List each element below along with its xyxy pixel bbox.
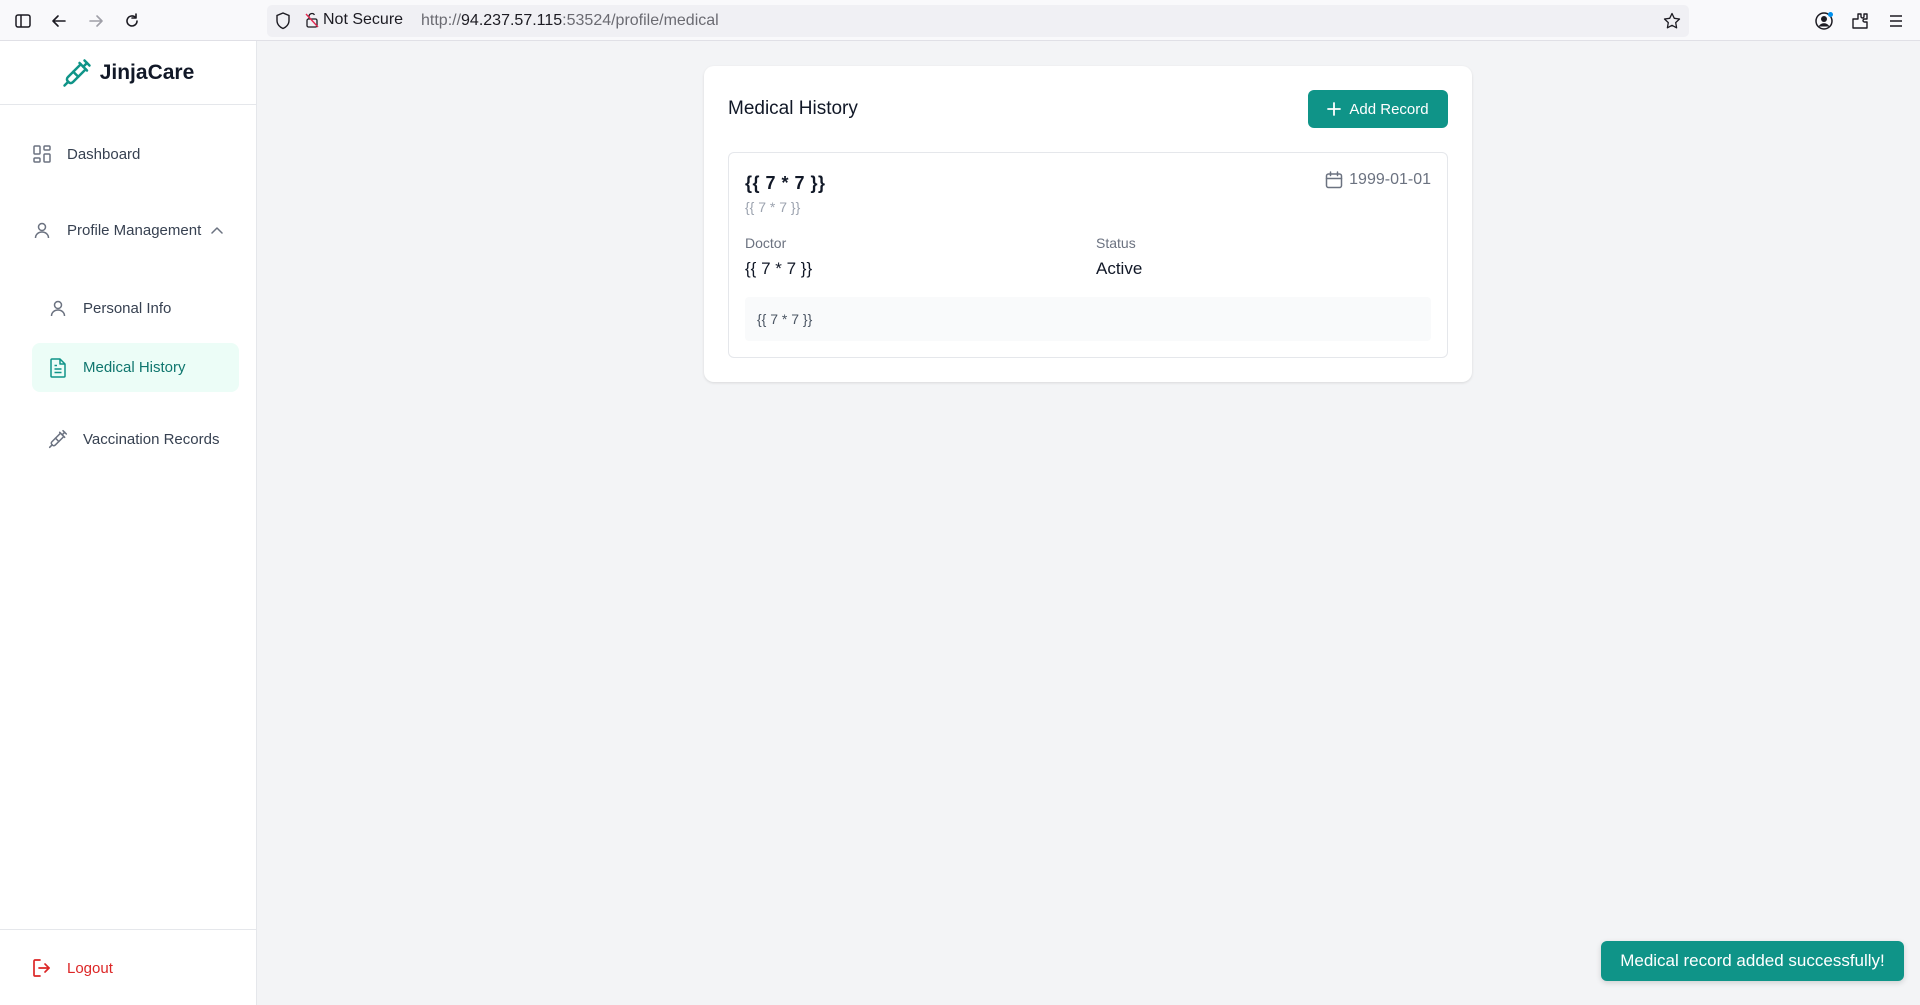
not-secure-label: Not Secure bbox=[323, 11, 404, 28]
logout-icon bbox=[32, 958, 52, 978]
logout-section: Logout bbox=[0, 929, 256, 1005]
url-scheme: http:// bbox=[421, 12, 462, 29]
grid-icon bbox=[32, 144, 52, 164]
url-text[interactable]: http://94.237.57.115:53524/profile/medic… bbox=[421, 12, 719, 30]
brand-logo[interactable]: JinjaCare bbox=[0, 41, 256, 105]
extensions-icon[interactable] bbox=[1848, 9, 1872, 33]
doctor-value: {{ 7 * 7 }} bbox=[745, 259, 813, 278]
record-notes: {{ 7 * 7 }} bbox=[745, 297, 1431, 341]
url-host: 94.237.57.115 bbox=[461, 12, 563, 29]
calendar-icon bbox=[1325, 171, 1343, 189]
sidebar-item-medical-history[interactable]: Medical History bbox=[32, 343, 239, 392]
sidebar-item-label: Profile Management bbox=[67, 221, 202, 239]
medical-history-card: Medical History Add Record {{ 7 * 7 }} {… bbox=[704, 66, 1472, 382]
account-icon[interactable] bbox=[1812, 9, 1836, 33]
chevron-up-icon[interactable] bbox=[211, 226, 223, 234]
security-indicator[interactable]: Not Secure bbox=[305, 11, 403, 29]
sidebar-toggle-icon[interactable] bbox=[11, 9, 35, 33]
sidebar-item-personal-info[interactable]: Personal Info bbox=[48, 296, 171, 320]
sidebar-item-label: Medical History bbox=[83, 359, 186, 376]
logout-label: Logout bbox=[67, 959, 113, 977]
forward-icon[interactable] bbox=[84, 9, 108, 33]
sidebar-item-label: Personal Info bbox=[83, 299, 172, 317]
url-path: :53524/profile/medical bbox=[562, 12, 719, 29]
sidebar: JinjaCare Dashboard Profile Management P… bbox=[0, 41, 257, 1005]
url-bar[interactable]: Not Secure http://94.237.57.115:53524/pr… bbox=[267, 5, 1689, 37]
shield-icon[interactable] bbox=[275, 12, 291, 35]
sidebar-item-profile-management[interactable]: Profile Management bbox=[32, 218, 223, 242]
syringe-logo-icon bbox=[62, 58, 91, 87]
user-icon bbox=[32, 220, 52, 240]
logout-button[interactable]: Logout bbox=[32, 956, 113, 980]
menu-icon[interactable] bbox=[1884, 9, 1908, 33]
bookmark-star-icon[interactable] bbox=[1663, 12, 1681, 35]
doctor-label: Doctor bbox=[745, 235, 787, 251]
brand-name: JinjaCare bbox=[99, 60, 195, 84]
sidebar-item-vaccination-records[interactable]: Vaccination Records bbox=[48, 427, 219, 451]
medical-record-item: {{ 7 * 7 }} {{ 7 * 7 }} 1999-01-01 Docto… bbox=[728, 152, 1448, 358]
success-toast[interactable]: Medical record added successfully! bbox=[1601, 941, 1904, 981]
record-title: {{ 7 * 7 }} bbox=[745, 173, 826, 193]
add-record-label: Add Record bbox=[1349, 100, 1429, 118]
record-date: 1999-01-01 bbox=[1325, 171, 1431, 189]
user-icon bbox=[48, 298, 68, 318]
document-icon bbox=[48, 357, 68, 378]
status-label: Status bbox=[1096, 235, 1136, 251]
syringe-icon bbox=[48, 429, 68, 449]
back-icon[interactable] bbox=[47, 9, 71, 33]
page-title: Medical History bbox=[728, 98, 858, 119]
add-record-button[interactable]: Add Record bbox=[1308, 90, 1448, 128]
sidebar-item-dashboard[interactable]: Dashboard bbox=[32, 142, 140, 166]
sidebar-item-label: Vaccination Records bbox=[83, 430, 220, 448]
browser-toolbar: Not Secure http://94.237.57.115:53524/pr… bbox=[0, 0, 1920, 41]
status-value: Active bbox=[1096, 259, 1143, 278]
record-subtitle: {{ 7 * 7 }} bbox=[745, 199, 801, 215]
sidebar-item-label: Dashboard bbox=[67, 145, 141, 163]
plus-icon bbox=[1327, 102, 1342, 116]
reload-icon[interactable] bbox=[120, 9, 144, 33]
record-date-value: 1999-01-01 bbox=[1349, 171, 1431, 188]
broken-lock-icon bbox=[305, 12, 319, 28]
